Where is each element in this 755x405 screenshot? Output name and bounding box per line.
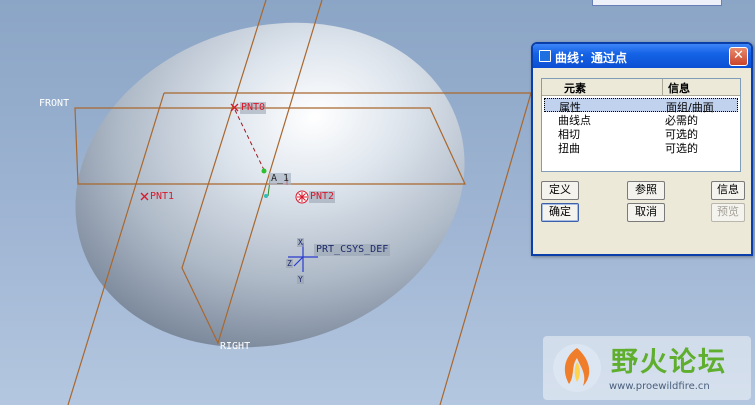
define-button[interactable]: 定义 — [541, 181, 579, 200]
info-button[interactable]: 信息 — [711, 181, 745, 200]
row-element: 扭曲 — [558, 142, 580, 155]
ok-button[interactable]: 确定 — [541, 203, 579, 222]
column-header-element[interactable]: 元素 — [564, 80, 586, 96]
axis-end-point — [261, 168, 267, 174]
right-plane-label[interactable]: RIGHT — [220, 341, 250, 353]
column-header-info[interactable]: 信息 — [668, 80, 690, 96]
csys-label[interactable]: PRT_CSYS_DEF — [314, 244, 391, 256]
forum-title: 野火论坛 — [611, 347, 727, 378]
dialog-titlebar[interactable]: 曲线：通过点 ✕ — [533, 44, 751, 68]
axis-label[interactable]: A_1 — [269, 173, 292, 185]
row-info: 可选的 — [665, 142, 698, 155]
list-row-attributes[interactable]: 属性 面组/曲面 — [544, 98, 738, 114]
pnt1-label[interactable]: PNT1 — [150, 191, 174, 203]
pnt2-marker[interactable] — [295, 190, 309, 204]
front-plane-label[interactable]: FRONT — [39, 98, 69, 110]
axis-start-point — [264, 194, 268, 198]
dialog-title: 曲线：通过点 — [555, 51, 628, 65]
curve-through-points-dialog: 曲线：通过点 ✕ 元素 信息 属性 面组/曲面 曲线点 必需的 相切 可选的 扭… — [531, 42, 753, 256]
reference-button[interactable]: 参照 — [627, 181, 665, 200]
window-icon — [539, 50, 551, 62]
csys-x-label: X — [297, 238, 304, 247]
pnt0-label[interactable]: PNT0 — [240, 102, 267, 114]
close-button[interactable]: ✕ — [729, 47, 748, 66]
preview-button[interactable]: 预览 — [711, 203, 745, 222]
element-list[interactable]: 元素 信息 属性 面组/曲面 曲线点 必需的 相切 可选的 扭曲 可选的 — [541, 78, 741, 172]
forum-watermark: 野火论坛 www.proewildfire.cn — [543, 336, 751, 400]
list-row-curve-points[interactable]: 曲线点 必需的 — [544, 112, 738, 127]
list-header: 元素 信息 — [542, 79, 740, 96]
forum-logo-icon — [553, 344, 601, 392]
toolbar-fragment — [592, 0, 722, 6]
csys-z-label: Z — [286, 259, 293, 268]
forum-url: www.proewildfire.cn — [609, 381, 710, 392]
surface-ellipsoid[interactable] — [33, 0, 507, 396]
list-row-tangency[interactable]: 相切 可选的 — [544, 126, 738, 141]
header-divider[interactable] — [662, 79, 663, 95]
pnt2-label[interactable]: PNT2 — [309, 191, 336, 203]
cancel-button[interactable]: 取消 — [627, 203, 665, 222]
csys-y-label: Y — [297, 275, 304, 284]
list-row-tweak[interactable]: 扭曲 可选的 — [544, 140, 738, 155]
